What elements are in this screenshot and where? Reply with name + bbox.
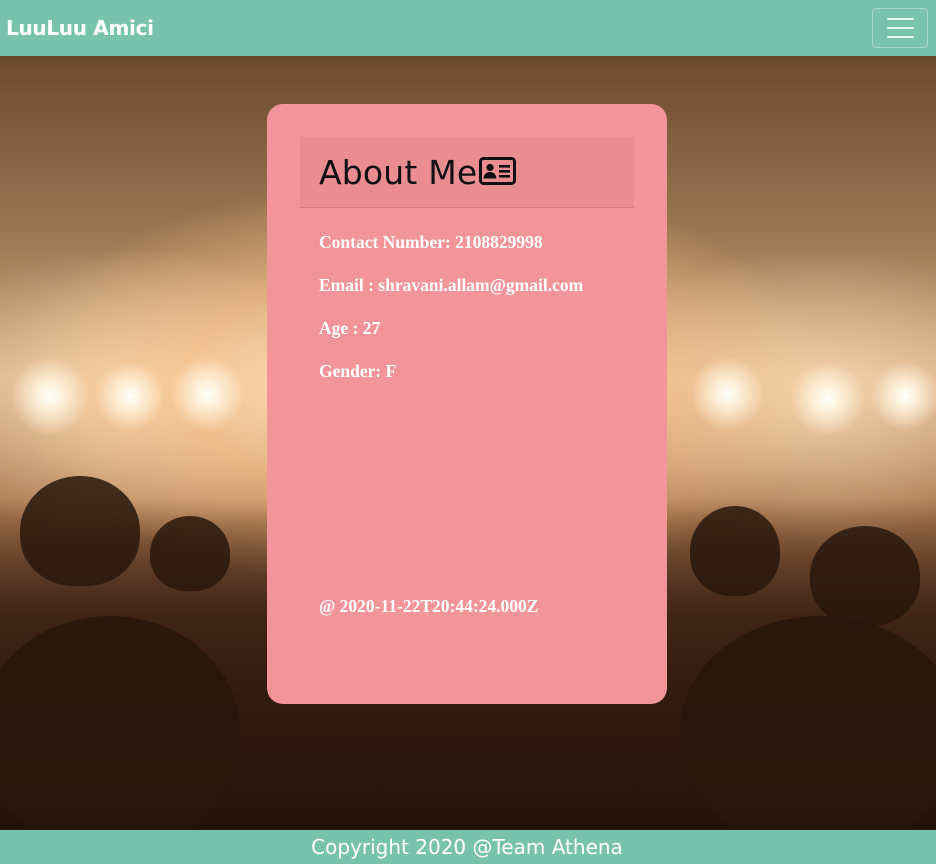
about-me-card: About Me Contact Number: 2108829998 Emai… bbox=[267, 104, 667, 704]
navbar: LuuLuu Amici bbox=[0, 0, 936, 56]
email: Email : shravani.allam@gmail.com bbox=[319, 275, 584, 295]
id-card-icon bbox=[479, 156, 517, 190]
age: Age : 27 bbox=[319, 318, 381, 338]
hamburger-menu-icon bbox=[886, 18, 914, 20]
card-header: About Me bbox=[300, 137, 634, 208]
gender: Gender: F bbox=[319, 361, 397, 381]
brand-link[interactable]: LuuLuu Amici bbox=[6, 16, 154, 40]
contact-number: Contact Number: 2108829998 bbox=[319, 232, 543, 252]
timestamp: @ 2020-11-22T20:44:24.000Z bbox=[319, 596, 539, 616]
hamburger-menu-button[interactable] bbox=[872, 8, 928, 48]
card-title: About Me bbox=[319, 152, 478, 192]
footer: Copyright 2020 @Team Athena bbox=[0, 830, 936, 864]
copyright-text: Copyright 2020 @Team Athena bbox=[311, 835, 623, 859]
